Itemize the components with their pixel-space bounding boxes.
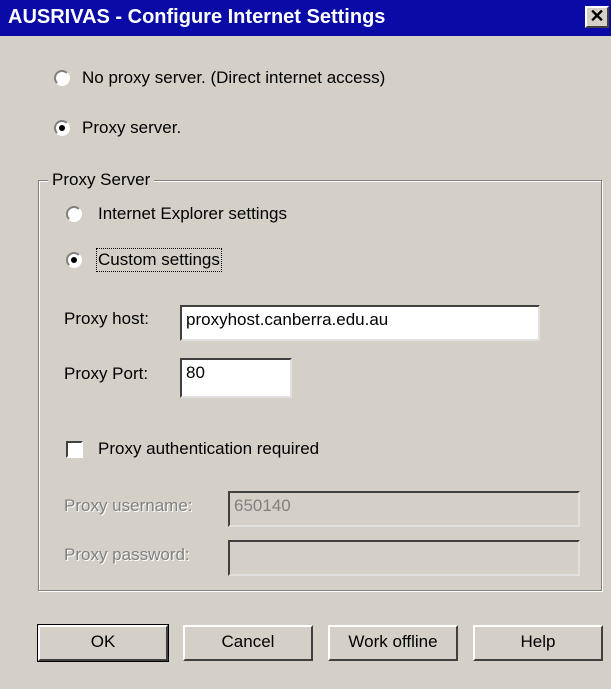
no-proxy-label[interactable]: No proxy server. (Direct internet access… [82, 68, 385, 88]
ie-settings-label[interactable]: Internet Explorer settings [98, 204, 287, 224]
no-proxy-radio[interactable] [54, 70, 70, 86]
proxy-host-input[interactable]: proxyhost.canberra.edu.au [180, 305, 540, 341]
proxy-server-groupbox [38, 180, 602, 591]
work-offline-button[interactable]: Work offline [328, 625, 458, 661]
proxy-server-group-title: Proxy Server [48, 170, 155, 190]
title-bar[interactable]: AUSRIVAS - Configure Internet Settings ✕ [0, 0, 611, 36]
proxy-username-label: Proxy username: [64, 496, 193, 515]
configure-internet-settings-dialog: AUSRIVAS - Configure Internet Settings ✕… [0, 0, 611, 689]
proxy-server-label[interactable]: Proxy server. [82, 118, 181, 138]
close-button[interactable]: ✕ [585, 6, 609, 28]
custom-settings-radio[interactable] [66, 252, 82, 268]
ok-button[interactable]: OK [37, 624, 169, 662]
proxy-auth-label[interactable]: Proxy authentication required [98, 439, 319, 459]
custom-settings-label[interactable]: Custom settings [96, 248, 222, 272]
ie-settings-radio[interactable] [66, 206, 82, 222]
close-icon: ✕ [589, 6, 605, 26]
help-button[interactable]: Help [473, 625, 603, 661]
radio-selected-dot [59, 125, 65, 131]
proxy-host-label: Proxy host: [64, 309, 150, 328]
proxy-auth-checkbox[interactable] [66, 441, 83, 458]
proxy-username-input[interactable]: 650140 [228, 491, 580, 527]
proxy-port-label: Proxy Port: [64, 364, 149, 383]
proxy-password-input[interactable] [228, 540, 580, 576]
cancel-button[interactable]: Cancel [183, 625, 313, 661]
proxy-server-radio[interactable] [54, 120, 70, 136]
proxy-password-label: Proxy password: [64, 545, 190, 564]
radio-selected-dot [71, 257, 77, 263]
proxy-port-input[interactable]: 80 [180, 358, 292, 398]
window-title: AUSRIVAS - Configure Internet Settings [8, 6, 386, 28]
